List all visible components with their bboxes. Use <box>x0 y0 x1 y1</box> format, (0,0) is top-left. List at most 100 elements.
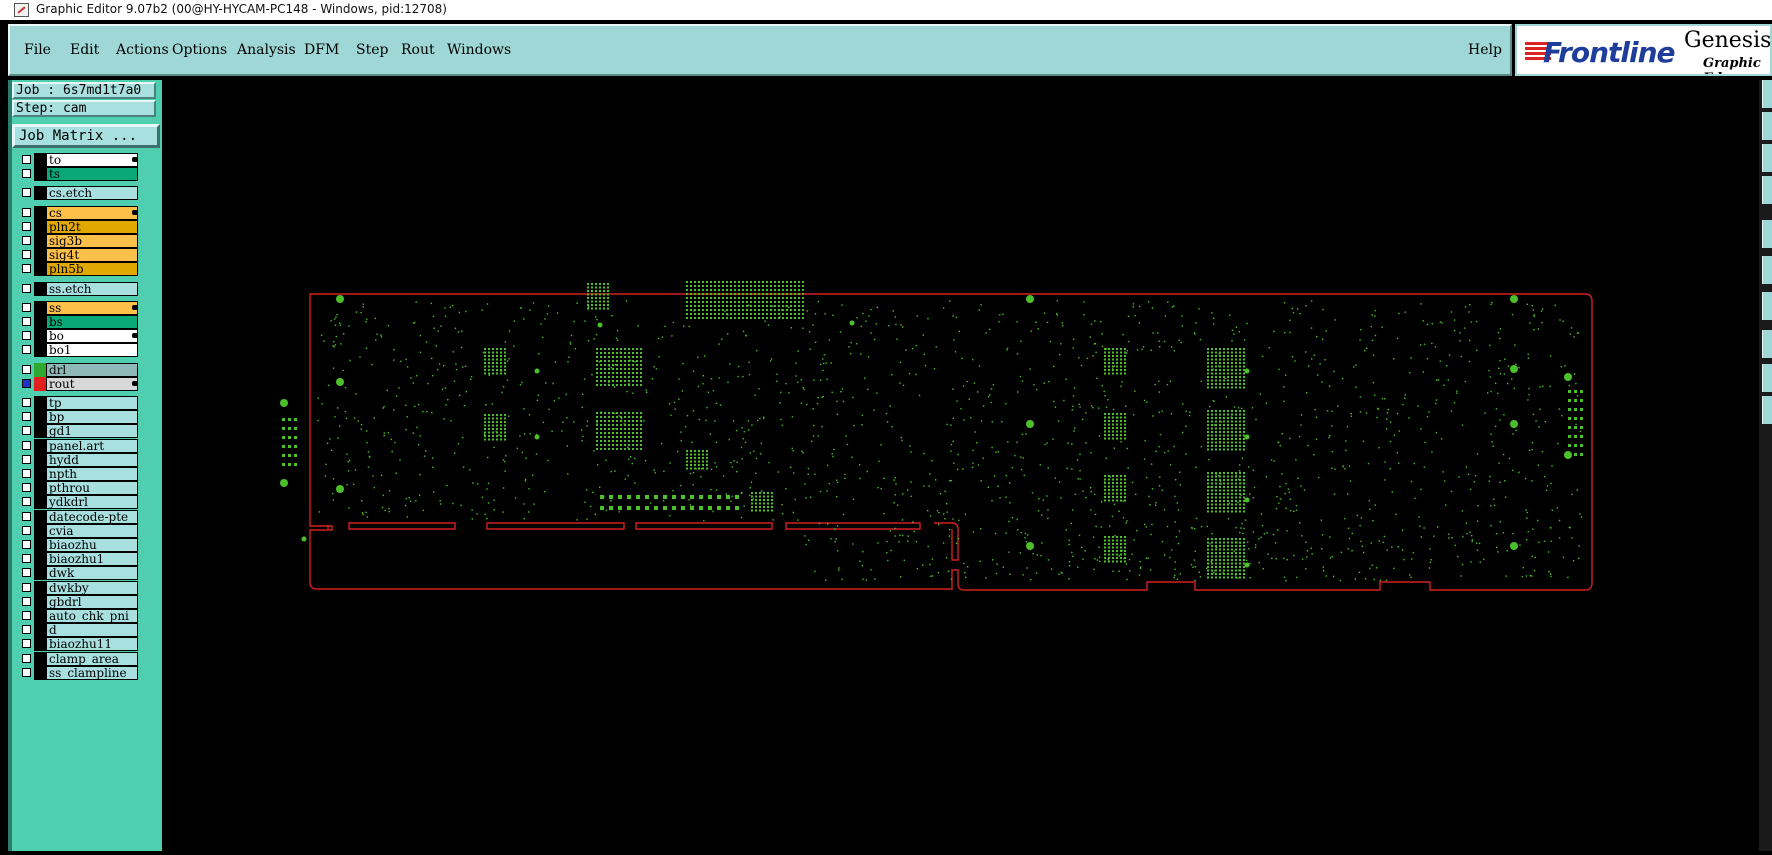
layer-checkbox[interactable] <box>22 540 31 549</box>
layer-checkbox[interactable] <box>22 188 31 198</box>
layer-checkbox[interactable] <box>22 596 31 606</box>
layer-row-ss_clampline[interactable]: ss_clampline <box>20 665 142 680</box>
layer-checkbox[interactable] <box>22 639 31 649</box>
layer-checkbox[interactable] <box>22 302 31 312</box>
layer-color-swatch[interactable] <box>34 665 46 680</box>
layer-name[interactable]: bo <box>46 329 138 344</box>
layer-row-gbdrl[interactable]: gbdrl <box>20 594 142 609</box>
layer-name[interactable]: gbdrl <box>46 594 138 609</box>
menu-rout[interactable]: Rout <box>401 42 435 58</box>
layer-name[interactable]: pthrou <box>46 481 138 496</box>
layer-row-cs.etch[interactable]: cs.etch <box>20 186 142 201</box>
layer-checkbox[interactable] <box>22 611 31 620</box>
layer-name[interactable]: auto_chk_pni <box>46 609 138 623</box>
layer-name[interactable]: hydd <box>46 452 138 467</box>
layer-color-swatch[interactable] <box>34 481 46 496</box>
layer-row-bs[interactable]: bs <box>20 315 142 329</box>
layer-row-to[interactable]: to <box>20 153 142 167</box>
layer-row-clamp_area[interactable]: clamp_area <box>20 651 142 666</box>
layer-name[interactable]: sig3b <box>46 234 138 248</box>
layer-checkbox[interactable] <box>22 169 31 179</box>
layer-row-bo1[interactable]: bo1 <box>20 343 142 358</box>
layer-name[interactable]: datecode-pte <box>46 509 138 524</box>
layer-color-swatch[interactable] <box>34 329 46 344</box>
menu-actions[interactable]: Actions <box>116 42 169 58</box>
layer-row-pln2t[interactable]: pln2t <box>20 219 142 234</box>
layer-checkbox[interactable] <box>22 155 31 164</box>
layer-color-swatch[interactable] <box>34 376 46 391</box>
menu-options[interactable]: Options <box>172 42 227 58</box>
layer-color-swatch[interactable] <box>34 424 46 439</box>
layer-row-d[interactable]: d <box>20 623 142 638</box>
layer-color-swatch[interactable] <box>34 396 46 410</box>
layer-row-panel.art[interactable]: panel.art <box>20 438 142 453</box>
layer-color-swatch[interactable] <box>34 566 46 581</box>
layer-color-swatch[interactable] <box>34 153 46 167</box>
layer-color-swatch[interactable] <box>34 651 46 666</box>
layer-checkbox[interactable] <box>22 250 31 260</box>
layer-row-cs[interactable]: cs <box>20 205 142 220</box>
layer-name[interactable]: panel.art <box>46 438 138 453</box>
layer-color-swatch[interactable] <box>34 205 46 220</box>
layer-row-rout[interactable]: rout <box>20 376 142 391</box>
layer-checkbox[interactable] <box>22 207 31 217</box>
layer-row-tp[interactable]: tp <box>20 396 142 410</box>
layer-color-swatch[interactable] <box>34 300 46 315</box>
layer-row-biaozhu1[interactable]: biaozhu1 <box>20 552 142 567</box>
layer-color-swatch[interactable] <box>34 552 46 567</box>
layer-color-swatch[interactable] <box>34 281 46 296</box>
layer-checkbox[interactable] <box>22 469 31 478</box>
layer-checkbox[interactable] <box>22 440 31 450</box>
layer-color-swatch[interactable] <box>34 186 46 201</box>
layer-row-ss.etch[interactable]: ss.etch <box>20 281 142 296</box>
layer-name[interactable]: dwk <box>46 566 138 581</box>
layer-checkbox[interactable] <box>22 625 31 635</box>
layer-name[interactable]: bs <box>46 315 138 329</box>
layer-row-pln5b[interactable]: pln5b <box>20 262 142 277</box>
layer-color-swatch[interactable] <box>34 234 46 248</box>
layer-checkbox[interactable] <box>22 568 31 578</box>
layer-checkbox[interactable] <box>22 398 31 407</box>
layer-name[interactable]: biaozhu11 <box>46 637 138 652</box>
layer-checkbox[interactable] <box>22 667 31 677</box>
layer-checkbox[interactable] <box>22 483 31 493</box>
layer-color-swatch[interactable] <box>34 248 46 263</box>
layer-color-swatch[interactable] <box>34 362 46 377</box>
layer-checkbox[interactable] <box>22 264 31 274</box>
layer-name[interactable]: bo1 <box>46 343 138 358</box>
layer-name[interactable]: npth <box>46 467 138 481</box>
layer-color-swatch[interactable] <box>34 410 46 425</box>
layer-checkbox[interactable] <box>22 364 31 374</box>
layer-name[interactable]: ss <box>46 300 138 315</box>
layer-name[interactable]: to <box>46 153 138 167</box>
menu-help[interactable]: Help <box>1468 42 1502 58</box>
menu-file[interactable]: File <box>24 42 51 58</box>
layer-checkbox[interactable] <box>22 345 31 355</box>
layer-name[interactable]: drl <box>46 362 138 377</box>
layer-checkbox[interactable] <box>22 426 31 436</box>
layer-checkbox[interactable] <box>22 525 31 535</box>
layer-checkbox[interactable] <box>22 221 31 231</box>
layer-name[interactable]: pln5b <box>46 262 138 277</box>
layer-row-dwk[interactable]: dwk <box>20 566 142 581</box>
layer-row-ss[interactable]: ss <box>20 300 142 315</box>
layer-row-biaozhu[interactable]: biaozhu <box>20 538 142 552</box>
layer-color-swatch[interactable] <box>34 438 46 453</box>
layer-name[interactable]: ss.etch <box>46 281 138 296</box>
layer-row-cvia[interactable]: cvia <box>20 523 142 538</box>
job-matrix-button[interactable]: Job Matrix ... <box>12 124 160 148</box>
layer-color-swatch[interactable] <box>34 262 46 277</box>
layer-color-swatch[interactable] <box>34 167 46 182</box>
layer-row-biaozhu11[interactable]: biaozhu11 <box>20 637 142 652</box>
layer-name[interactable]: sig4t <box>46 248 138 263</box>
layer-color-swatch[interactable] <box>34 580 46 595</box>
menu-edit[interactable]: Edit <box>70 42 99 58</box>
layer-row-bp[interactable]: bp <box>20 410 142 425</box>
layer-name[interactable]: cvia <box>46 523 138 538</box>
layer-row-dwkby[interactable]: dwkby <box>20 580 142 595</box>
layer-color-swatch[interactable] <box>34 495 46 510</box>
menu-step[interactable]: Step <box>356 42 388 58</box>
layer-name[interactable]: ts <box>46 167 138 182</box>
layer-checkbox[interactable] <box>22 554 31 564</box>
layer-name[interactable]: tp <box>46 396 138 410</box>
